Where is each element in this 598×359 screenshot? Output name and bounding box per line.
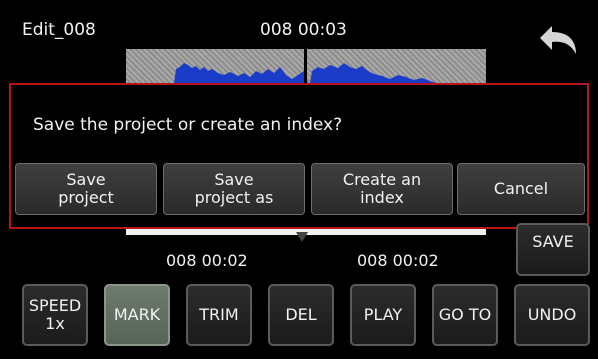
mark-button[interactable]: MARK	[104, 284, 170, 346]
playhead-marker-icon[interactable]	[296, 227, 308, 242]
undo-button[interactable]: UNDO	[514, 284, 590, 346]
create-index-button[interactable]: Create an index	[311, 163, 453, 215]
save-project-button[interactable]: Save project	[15, 163, 157, 215]
waveform-overview[interactable]	[126, 49, 486, 83]
save-button[interactable]: SAVE	[516, 223, 590, 276]
dialog-message: Save the project or create an index?	[33, 115, 343, 135]
mark-out-time: 008 00:02	[357, 251, 439, 270]
project-name: Edit_008	[22, 20, 96, 40]
goto-button[interactable]: GO TO	[432, 284, 498, 346]
play-button[interactable]: PLAY	[350, 284, 416, 346]
trim-button[interactable]: TRIM	[186, 284, 252, 346]
mark-in-time: 008 00:02	[166, 251, 248, 270]
save-project-as-button[interactable]: Save project as	[163, 163, 305, 215]
cancel-button[interactable]: Cancel	[457, 163, 585, 215]
delete-button[interactable]: DEL	[268, 284, 334, 346]
save-dialog: Save the project or create an index? Sav…	[9, 83, 589, 229]
timecode-display: 008 00:03	[260, 20, 347, 40]
speed-button[interactable]: SPEED 1x	[22, 284, 88, 346]
undo-arrow-icon[interactable]	[534, 18, 590, 64]
